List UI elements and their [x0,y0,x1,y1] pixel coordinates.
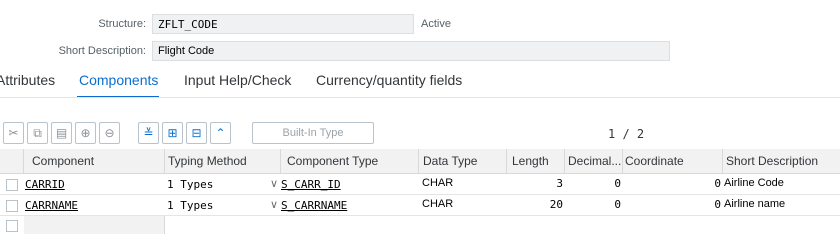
row-select-checkbox[interactable] [6,200,18,212]
copy-icon[interactable]: ⧉ [27,122,48,144]
tab-divider [0,97,840,98]
structure-label: Structure: [98,18,146,30]
components-table: Component Typing Method Component Type D… [0,149,840,234]
tab-bar: Attributes Components Input Help/Check C… [0,72,840,98]
column-header-typing-method[interactable]: Typing Method [165,149,281,174]
length-cell[interactable]: 3 [507,174,565,195]
short-description-label: Short Description: [58,45,146,57]
component-cell[interactable]: CARRID [24,174,165,195]
data-type-cell[interactable]: CHAR [419,195,507,216]
component-cell[interactable] [24,216,165,234]
component-cell[interactable]: CARRNAME [24,195,165,216]
typing-method-cell[interactable]: 1 Types ∨ [165,174,281,195]
component-link[interactable]: CARRID [25,178,65,191]
component-type-link[interactable]: S_CARRNAME [281,199,347,212]
table-row-empty [0,216,840,234]
tab-components[interactable]: Components [79,72,158,88]
short-description-cell[interactable]: Airline Code [723,174,840,195]
component-type-cell[interactable]: S_CARR_ID [281,174,419,195]
chevron-down-icon[interactable]: ∨ [270,198,278,211]
column-header-data-type[interactable]: Data Type [419,149,507,174]
collapse-icon[interactable]: ≚ [138,122,159,144]
new-field-icon[interactable]: ⊞ [162,122,183,144]
row-pager: 1 / 2 [608,127,645,141]
chevron-down-icon[interactable]: ∨ [270,177,278,190]
row-select-checkbox[interactable] [6,220,18,232]
column-header-short-description[interactable]: Short Description [723,149,840,174]
coordinate-cell[interactable]: 0 [623,195,723,216]
short-description-cell[interactable]: Airline name [723,195,840,216]
row-select-checkbox[interactable] [6,179,18,191]
column-header-component[interactable]: Component [24,149,165,174]
column-header-component-type[interactable]: Component Type [281,149,419,174]
coordinate-cell[interactable]: 0 [623,174,723,195]
component-type-link[interactable]: S_CARR_ID [281,178,341,191]
decimals-cell[interactable]: 0 [565,174,623,195]
length-cell[interactable]: 20 [507,195,565,216]
typing-method-value: 1 Types [167,199,214,212]
cut-icon[interactable]: ✂ [3,122,24,144]
decimals-cell[interactable]: 0 [565,195,623,216]
paste-icon[interactable]: ▤ [51,122,72,144]
short-description-field[interactable]: Flight Code [152,41,670,61]
new-include-icon[interactable]: ⊟ [186,122,207,144]
insert-row-icon[interactable]: ⊕ [75,122,96,144]
status-text: Active [421,18,451,30]
typing-method-cell[interactable]: 1 Types ∨ [165,195,281,216]
tab-attributes[interactable]: Attributes [0,72,55,88]
delete-row-icon[interactable]: ⊖ [99,122,120,144]
table-row: CARRID 1 Types ∨ S_CARR_ID CHAR 3 0 0 Air… [0,174,840,195]
column-header-coordinate[interactable]: Coordinate [623,149,723,174]
table-row: CARRNAME 1 Types ∨ S_CARRNAME CHAR 20 0 0… [0,195,840,216]
typing-method-cell[interactable] [165,216,281,234]
column-header-decimals[interactable]: Decimal... [565,149,623,174]
expand-up-icon[interactable]: ⌃ [210,122,231,144]
structure-field[interactable]: ZFLT_CODE [152,14,414,34]
data-type-cell[interactable]: CHAR [419,174,507,195]
typing-method-value: 1 Types [167,178,214,191]
tab-currency-quantity-fields[interactable]: Currency/quantity fields [316,72,462,88]
component-link[interactable]: CARRNAME [25,199,78,212]
built-in-type-button[interactable]: Built-In Type [252,122,374,144]
column-header-length[interactable]: Length [507,149,565,174]
column-header-selector [0,149,24,174]
component-type-cell[interactable]: S_CARRNAME [281,195,419,216]
tab-input-help-check[interactable]: Input Help/Check [184,72,291,88]
